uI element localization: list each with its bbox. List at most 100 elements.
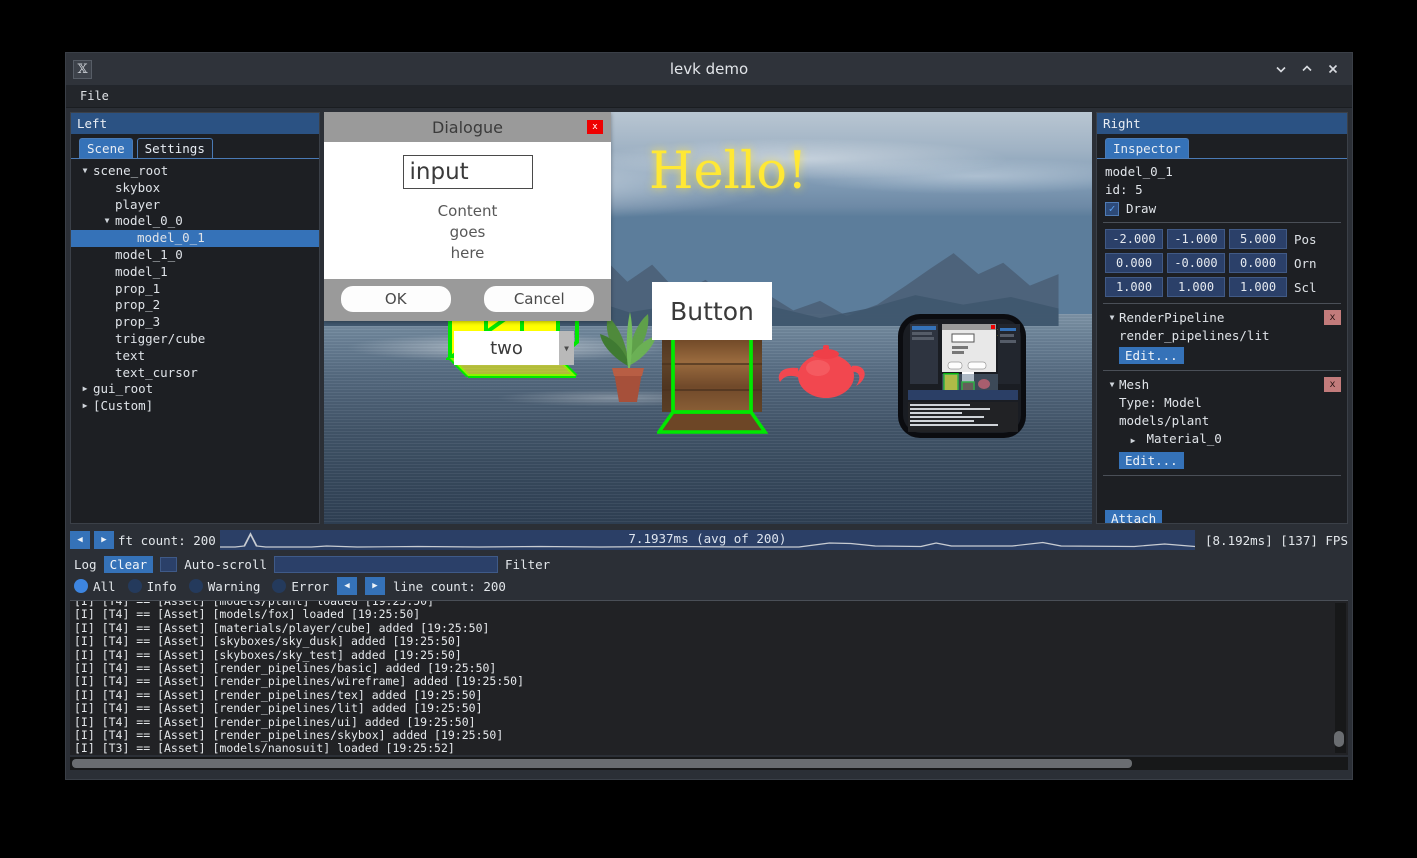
tree-item-label: text_cursor [115, 364, 198, 380]
tree-item-gui_root[interactable]: ▶ gui_root [71, 381, 319, 398]
menu-item-file[interactable]: File [66, 86, 117, 107]
log-vertical-scrollbar[interactable] [1333, 603, 1346, 753]
app-icon: 𝕏 [73, 59, 92, 79]
tree-item-text_cursor[interactable]: text_cursor [71, 365, 319, 382]
tab-scene[interactable]: Scene [79, 138, 133, 158]
disclosure-triangle-icon[interactable]: ▶ [79, 381, 91, 398]
log-level-warning[interactable]: Warning [188, 578, 261, 594]
perf-next-button[interactable]: ▶ [94, 531, 114, 549]
dialogue-cancel-button[interactable]: Cancel [484, 286, 595, 313]
tree-item-model_1_0[interactable]: model_1_0 [71, 247, 319, 264]
scl-field-2[interactable]: 1.000 [1229, 277, 1287, 297]
tree-item-trigger-cube[interactable]: trigger/cube [71, 331, 319, 348]
component-header-mesh[interactable]: ▼ Mesh x [1097, 375, 1347, 394]
tree-item-model_0_1[interactable]: model_0_1 [71, 230, 319, 247]
tree-item-prop_2[interactable]: prop_2 [71, 297, 319, 314]
tree-item-model_0_0[interactable]: ▼ model_0_0 [71, 213, 319, 230]
tree-item-model_1[interactable]: model_1 [71, 264, 319, 281]
tree-item-scene_root[interactable]: ▼ scene_root [71, 163, 319, 180]
edit-button-mesh[interactable]: Edit... [1119, 452, 1184, 469]
log-filter-label: Filter [505, 557, 551, 572]
window-title: levk demo [669, 60, 749, 78]
perf-prev-button[interactable]: ◀ [70, 531, 90, 549]
scene-tree[interactable]: ▼ scene_root skybox player ▼ model_0_0 model_0… [71, 159, 319, 415]
log-line: [I] [T4] == [Asset] [skyboxes/sky_dusk] … [74, 634, 462, 649]
chevron-down-icon[interactable]: ▼ [559, 331, 574, 365]
disclosure-triangle-icon[interactable]: ▼ [101, 213, 113, 230]
radio-icon[interactable] [188, 579, 203, 593]
combo-value[interactable]: two [454, 331, 559, 365]
viewport-button[interactable]: Button [652, 282, 772, 340]
dialogue-window[interactable]: Dialogue x input Content goes here OK Canc… [324, 112, 611, 322]
right-panel-header: Right [1097, 113, 1347, 134]
radio-icon[interactable] [74, 579, 88, 593]
close-icon[interactable] [1320, 56, 1346, 82]
component-sub-item[interactable]: ▶ Material_0 [1097, 430, 1347, 450]
disclosure-triangle-icon[interactable]: ▶ [1127, 433, 1139, 449]
log-level-all[interactable]: All [74, 579, 116, 594]
viewport-combo-box[interactable]: two ▼ [454, 331, 574, 365]
tree-item-skybox[interactable]: skybox [71, 180, 319, 197]
component-detail-line: Type: Model [1119, 395, 1202, 410]
orn-field-0[interactable]: 0.000 [1105, 253, 1163, 273]
pos-field-1[interactable]: -1.000 [1167, 229, 1225, 249]
transform-row-scl: 1.000 1.000 1.000 Scl [1097, 275, 1347, 299]
maximize-icon[interactable] [1294, 56, 1320, 82]
tab-settings[interactable]: Settings [136, 138, 213, 158]
log-next-button[interactable]: ▶ [365, 577, 386, 595]
dialogue-input[interactable]: input [402, 155, 533, 190]
scene-viewport[interactable]: Hello! two ▼ Button Dialogue x input Con… [324, 112, 1092, 524]
disclosure-triangle-icon[interactable]: ▶ [79, 398, 91, 415]
radio-icon[interactable] [127, 579, 142, 593]
scl-field-0[interactable]: 1.000 [1105, 277, 1163, 297]
transform-editor[interactable]: -2.000 -1.000 5.000 Pos 0.000 -0.000 0.000 Orn 1… [1097, 227, 1347, 299]
log-prev-button[interactable]: ◀ [337, 577, 358, 595]
log-level-info[interactable]: Info [127, 579, 177, 594]
tree-item--custom-[interactable]: ▶ [Custom] [71, 398, 319, 415]
log-line-count: line count: 200 [393, 578, 506, 594]
disclosure-triangle-icon[interactable]: ▼ [1105, 380, 1119, 389]
log-filter-input[interactable] [274, 556, 499, 573]
frame-time-graph[interactable]: 7.1937ms (avg of 200) [219, 530, 1195, 550]
log-line: [I] [T3] == [Asset] [models/nanosuit] lo… [74, 741, 455, 755]
tree-item-label: skybox [115, 179, 161, 195]
draw-checkbox[interactable]: ✓ [1105, 201, 1119, 216]
log-level-radios[interactable]: All Info Warning Error [74, 579, 329, 594]
component-header-renderpipeline[interactable]: ▼ RenderPipeline x [1097, 308, 1347, 327]
pos-field-2[interactable]: 5.000 [1229, 229, 1287, 249]
orn-field-1[interactable]: -0.000 [1167, 253, 1225, 273]
tree-item-prop_3[interactable]: prop_3 [71, 314, 319, 331]
log-output[interactable]: [I] [T4] == [Asset] [models/plant] loade… [70, 600, 1348, 755]
remove-component-button[interactable]: x [1324, 310, 1341, 325]
autoscroll-checkbox[interactable] [160, 557, 178, 572]
minimize-icon[interactable] [1268, 56, 1294, 82]
scl-field-1[interactable]: 1.000 [1167, 277, 1225, 297]
disclosure-triangle-icon[interactable]: ▼ [79, 163, 91, 180]
log-level-error[interactable]: Error [272, 579, 329, 594]
attach-button[interactable]: Attach [1105, 510, 1163, 523]
tree-item-prop_1[interactable]: prop_1 [71, 281, 319, 298]
dialogue-ok-button[interactable]: OK [340, 286, 451, 313]
edit-button-renderpipeline[interactable]: Edit... [1119, 347, 1184, 364]
log-clear-button[interactable]: Clear [103, 556, 154, 573]
draw-checkbox-row[interactable]: ✓ Draw [1097, 199, 1347, 218]
disclosure-triangle-icon[interactable]: ▼ [1105, 313, 1119, 322]
radio-icon[interactable] [272, 579, 287, 593]
component-divider [1103, 370, 1341, 371]
tree-item-label: [Custom] [93, 398, 154, 414]
log-horizontal-thumb[interactable] [72, 759, 1132, 768]
log-level-label: Warning [207, 578, 261, 594]
transform-label: Pos [1294, 231, 1317, 247]
tree-item-player[interactable]: player [71, 197, 319, 214]
remove-component-button[interactable]: x [1324, 377, 1341, 392]
pos-field-0[interactable]: -2.000 [1105, 229, 1163, 249]
dialogue-close-icon[interactable]: x [587, 120, 603, 134]
orn-field-2[interactable]: 0.000 [1229, 253, 1287, 273]
tab-inspector[interactable]: Inspector [1105, 138, 1189, 158]
log-horizontal-scrollbar[interactable] [70, 757, 1348, 770]
component-list[interactable]: ▼ RenderPipeline x render_pipelines/lit Edit… [1097, 308, 1347, 471]
component-title: Mesh [1119, 377, 1150, 392]
tree-item-text[interactable]: text [71, 348, 319, 365]
left-panel: Left Scene Settings ▼ scene_root skybox play… [70, 112, 320, 524]
log-vertical-thumb[interactable] [1333, 731, 1344, 747]
